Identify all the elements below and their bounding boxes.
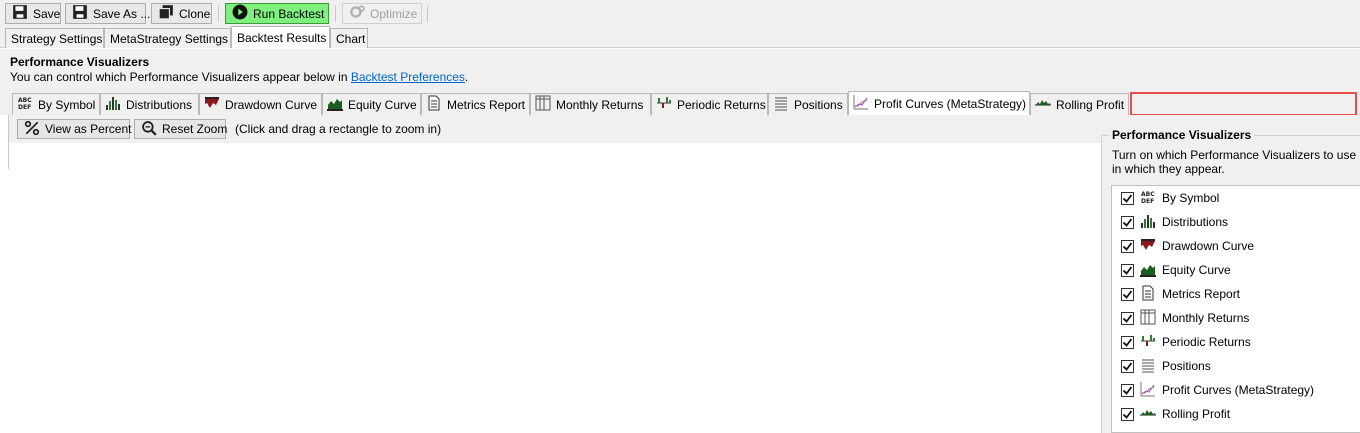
visualizer-checklist: ABC DEF By Symbol Distributions Drawdown … [1111, 185, 1360, 433]
equity-curve-icon [327, 95, 343, 114]
gears-icon [349, 4, 365, 23]
toolbar-separator [335, 5, 336, 22]
tab-positions[interactable]: Positions [768, 93, 848, 115]
checkbox[interactable] [1121, 239, 1134, 253]
distribution-bars-icon [1140, 213, 1156, 232]
profit-curves-icon [1140, 381, 1156, 400]
document-icon [426, 95, 442, 114]
panel-border [8, 143, 9, 169]
abc-def-icon: ABC DEF [1140, 189, 1156, 208]
list-item[interactable]: ABC DEF By Symbol [1121, 188, 1219, 208]
tab-strategy-settings[interactable]: Strategy Settings [5, 28, 104, 48]
checkbox[interactable] [1121, 407, 1134, 421]
list-item[interactable]: Positions [1121, 356, 1211, 376]
periodic-bars-icon [1140, 333, 1156, 352]
group-description: Turn on which Performance Visualizers to… [1112, 148, 1360, 176]
document-icon [1140, 285, 1156, 304]
copy-icon [158, 4, 174, 23]
toolbar-separator [427, 5, 428, 22]
abc-def-icon: ABC DEF [17, 95, 33, 114]
list-item[interactable]: Distributions [1121, 212, 1228, 232]
tab-monthly-returns[interactable]: Monthly Returns [530, 93, 651, 115]
zoom-icon [141, 120, 157, 139]
grid-columns-icon [535, 95, 551, 114]
tab-by-symbol[interactable]: ABC DEF By Symbol [12, 93, 100, 115]
backtest-preferences-link[interactable]: Backtest Preferences [351, 70, 465, 84]
header-description: You can control which Performance Visual… [10, 70, 469, 84]
list-lines-icon [773, 95, 789, 114]
distribution-bars-icon [105, 95, 121, 114]
tab-profit-curves-metastrategy[interactable]: Profit Curves (MetaStrategy) [848, 91, 1030, 115]
svg-text:DEF: DEF [18, 104, 31, 111]
tab-backtest-results[interactable]: Backtest Results [231, 26, 330, 48]
toolbar-separator [218, 5, 219, 22]
checkbox[interactable] [1121, 287, 1134, 301]
tab-metastrategy-settings[interactable]: MetaStrategy Settings [104, 28, 231, 48]
performance-visualizers-group: Performance Visualizers Turn on which Pe… [1101, 127, 1360, 433]
play-circle-icon [232, 4, 248, 23]
periodic-bars-icon [656, 95, 672, 114]
tab-equity-curve[interactable]: Equity Curve [322, 93, 421, 115]
group-title: Performance Visualizers [1109, 128, 1255, 142]
drawdown-icon [204, 95, 220, 114]
checkbox[interactable] [1121, 359, 1134, 373]
tab-distributions[interactable]: Distributions [100, 93, 199, 115]
profit-curves-icon [853, 94, 869, 113]
rolling-profit-icon [1140, 405, 1156, 424]
reset-zoom-button[interactable]: Reset Zoom [134, 119, 227, 139]
zoom-hint: (Click and drag a rectangle to zoom in) [235, 122, 442, 136]
svg-text:DEF: DEF [1141, 198, 1154, 205]
tab-rolling-profit[interactable]: Rolling Profit [1030, 93, 1129, 115]
list-item[interactable]: Metrics Report [1121, 284, 1240, 304]
page-title: Performance Visualizers [10, 55, 150, 69]
tab-chart[interactable]: Chart [330, 28, 368, 48]
highlight-rectangle [1130, 92, 1357, 116]
save-button[interactable]: Save [5, 3, 61, 24]
view-as-percent-button[interactable]: View as Percent [17, 119, 132, 139]
list-item[interactable]: Profit Curves (MetaStrategy) [1121, 380, 1314, 400]
list-item[interactable]: Equity Curve [1121, 260, 1231, 280]
clone-button[interactable]: Clone [151, 3, 212, 24]
main-tab-strip: Strategy Settings MetaStrategy Settings … [0, 26, 1360, 48]
checkbox[interactable] [1121, 311, 1134, 325]
rolling-profit-icon [1035, 95, 1051, 114]
performance-visualizers-header: Performance Visualizers You can control … [0, 49, 1360, 91]
svg-text:ABC: ABC [1141, 191, 1155, 198]
equity-curve-icon [1140, 261, 1156, 280]
checkbox[interactable] [1121, 263, 1134, 277]
list-item[interactable]: Monthly Returns [1121, 308, 1249, 328]
floppy-disk-icon [72, 4, 88, 23]
checkbox[interactable] [1121, 191, 1134, 205]
percent-icon [24, 120, 40, 139]
list-lines-icon [1140, 357, 1156, 376]
list-item[interactable]: Periodic Returns [1121, 332, 1251, 352]
list-item[interactable]: Drawdown Curve [1121, 236, 1254, 256]
optimize-button[interactable]: Optimize [342, 3, 422, 24]
svg-text:ABC: ABC [18, 97, 32, 104]
floppy-disk-icon [12, 4, 28, 23]
tab-periodic-returns[interactable]: Periodic Returns [651, 93, 768, 115]
toolbar: Save Save As ... Clone Run Backtest Opti… [0, 0, 1360, 27]
grid-columns-icon [1140, 309, 1156, 328]
checkbox[interactable] [1121, 335, 1134, 349]
save-as-button[interactable]: Save As ... [65, 3, 150, 24]
tab-metrics-report[interactable]: Metrics Report [421, 93, 530, 115]
list-item[interactable]: Rolling Profit [1121, 404, 1230, 424]
checkbox[interactable] [1121, 383, 1134, 397]
run-backtest-button[interactable]: Run Backtest [225, 3, 329, 24]
checkbox[interactable] [1121, 215, 1134, 229]
tab-drawdown-curve[interactable]: Drawdown Curve [199, 93, 322, 115]
drawdown-icon [1140, 237, 1156, 256]
